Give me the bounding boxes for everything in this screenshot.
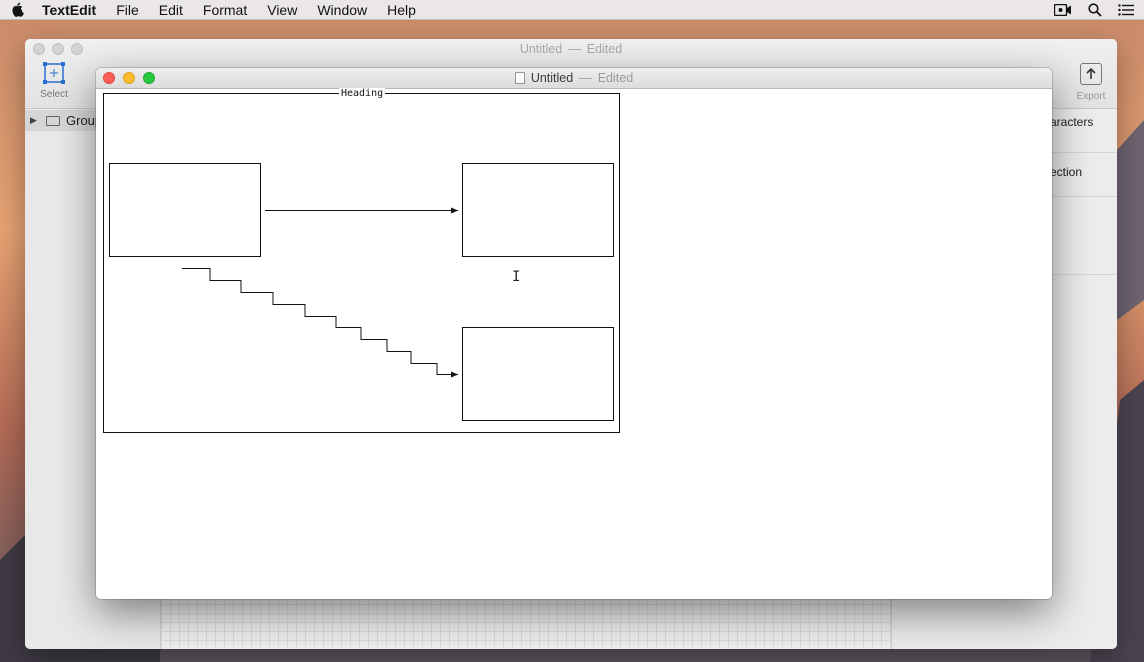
apple-icon[interactable] bbox=[12, 1, 30, 19]
select-tool-label: Select bbox=[40, 89, 68, 100]
bg-title-text: Untitled bbox=[519, 42, 563, 56]
window-title-separator: — bbox=[579, 71, 592, 85]
diagram-arrow-staircase bbox=[182, 268, 458, 378]
diagram-box-bottom-right bbox=[462, 327, 614, 421]
folder-icon bbox=[46, 115, 60, 126]
export-label: Export bbox=[1076, 91, 1106, 102]
bg-title-status: Edited bbox=[586, 42, 623, 56]
menu-format[interactable]: Format bbox=[203, 2, 247, 18]
diagram-heading-label: Heading bbox=[339, 88, 386, 99]
menu-app-name[interactable]: TextEdit bbox=[42, 2, 96, 18]
export-icon bbox=[1080, 63, 1102, 85]
screen-record-icon[interactable] bbox=[1054, 4, 1072, 16]
menu-view[interactable]: View bbox=[267, 2, 297, 18]
select-tool-button[interactable]: Select bbox=[32, 61, 76, 100]
diagram-box-top-left bbox=[109, 163, 261, 257]
diagram-outer-frame bbox=[103, 93, 620, 433]
disclosure-triangle-icon[interactable]: ▶ bbox=[30, 115, 42, 126]
diagram-box-top-right bbox=[462, 163, 614, 257]
menu-bar: TextEdit File Edit Format View Window He… bbox=[0, 0, 1144, 20]
window-title-text: Untitled bbox=[530, 71, 574, 85]
menu-edit[interactable]: Edit bbox=[159, 2, 183, 18]
textedit-titlebar[interactable]: Untitled — Edited bbox=[96, 68, 1052, 89]
menu-help[interactable]: Help bbox=[387, 2, 416, 18]
background-window-title: Untitled — Edited bbox=[25, 42, 1117, 56]
document-icon bbox=[514, 72, 525, 84]
window-title: Untitled — Edited bbox=[96, 71, 1052, 85]
bg-title-separator: — bbox=[568, 42, 581, 56]
export-button[interactable]: Export bbox=[1071, 63, 1111, 102]
spotlight-search-icon[interactable] bbox=[1088, 3, 1102, 17]
notification-list-icon[interactable] bbox=[1118, 4, 1134, 16]
inspector-row-label: ection bbox=[1050, 165, 1083, 179]
menu-window[interactable]: Window bbox=[317, 2, 367, 18]
window-title-status: Edited bbox=[597, 71, 634, 85]
textedit-window: Untitled — Edited Heading I bbox=[96, 68, 1052, 599]
text-document-area[interactable]: Heading I bbox=[96, 88, 1052, 599]
ascii-diagram bbox=[103, 93, 620, 433]
text-cursor-ibeam-icon: I bbox=[512, 269, 521, 285]
menu-file[interactable]: File bbox=[116, 2, 139, 18]
select-tool-icon bbox=[42, 61, 66, 85]
inspector-row-label: aracters bbox=[1050, 115, 1094, 129]
